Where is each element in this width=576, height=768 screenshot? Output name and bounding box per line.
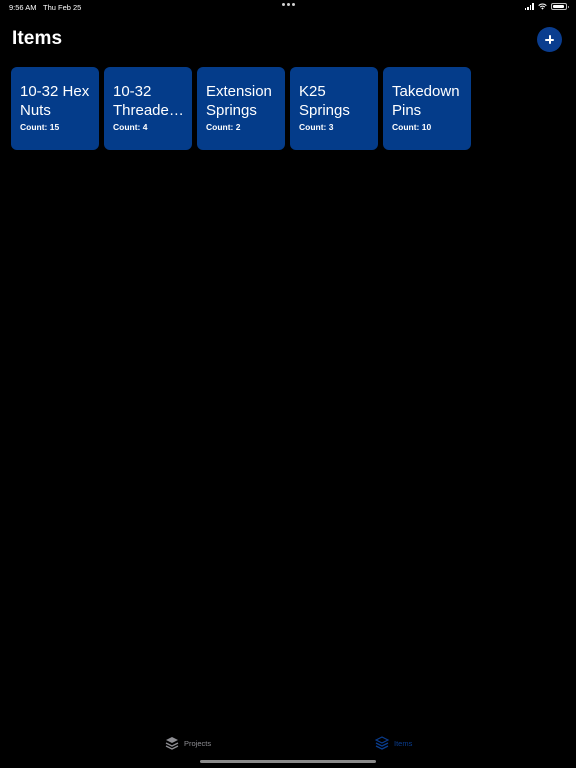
item-count: Count: 4 xyxy=(113,122,148,132)
item-card[interactable]: 10-32 Threaded Inserts Count: 4 xyxy=(104,67,192,150)
item-card[interactable]: K25 Springs Count: 3 xyxy=(290,67,378,150)
item-name: Extension Springs xyxy=(206,83,272,119)
battery-icon xyxy=(551,3,569,10)
item-name: 10-32 Threaded Inserts xyxy=(113,83,178,119)
items-grid: 10-32 Hex Nuts Count: 15 10-32 Threaded … xyxy=(11,67,471,150)
stack-icon xyxy=(375,736,389,750)
tab-items[interactable]: Items xyxy=(375,736,412,750)
status-bar: 9:56 AM Thu Feb 25 xyxy=(0,0,576,14)
item-card[interactable]: Takedown Pins Count: 10 xyxy=(383,67,471,150)
item-count: Count: 2 xyxy=(206,122,241,132)
item-name: 10-32 Hex Nuts xyxy=(20,83,90,119)
status-date: Thu Feb 25 xyxy=(43,3,82,12)
home-indicator[interactable] xyxy=(200,760,376,763)
stack-icon xyxy=(165,737,179,750)
item-count: Count: 10 xyxy=(392,122,432,132)
cellular-signal-icon xyxy=(524,3,534,10)
plus-icon xyxy=(545,35,554,44)
tab-label: Projects xyxy=(184,738,212,748)
page-title: Items xyxy=(12,28,63,49)
item-name: K25 Springs xyxy=(299,83,350,119)
tab-label: Items xyxy=(394,738,413,748)
status-time: 9:56 AM xyxy=(9,3,37,12)
item-count: Count: 15 xyxy=(20,122,60,132)
item-name: Takedown Pins xyxy=(392,83,460,119)
battery-level xyxy=(553,5,564,8)
status-indicators xyxy=(524,3,569,10)
multitasking-dots-icon[interactable] xyxy=(282,3,295,6)
item-count: Count: 3 xyxy=(299,122,334,132)
item-card[interactable]: Extension Springs Count: 2 xyxy=(197,67,285,150)
item-card[interactable]: 10-32 Hex Nuts Count: 15 xyxy=(11,67,99,150)
add-item-button[interactable] xyxy=(537,27,562,52)
wifi-icon xyxy=(538,3,547,10)
tab-bar: Projects Items xyxy=(0,728,576,768)
tab-projects[interactable]: Projects xyxy=(165,736,211,750)
